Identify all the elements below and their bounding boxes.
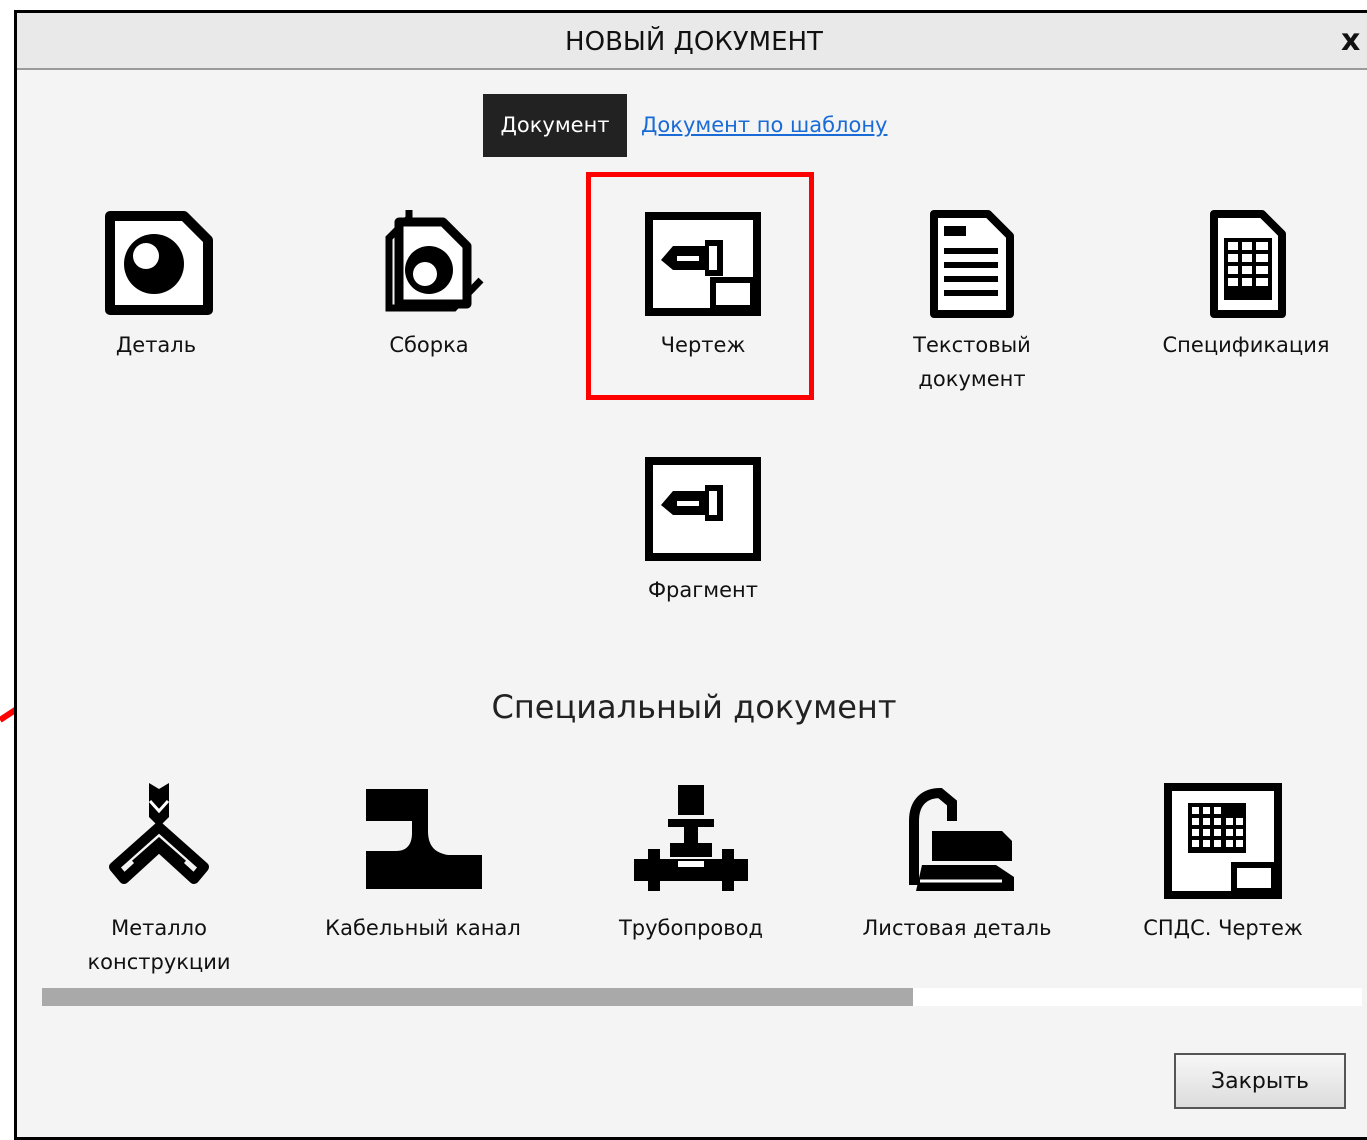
drawing-icon (645, 212, 761, 316)
specification-icon (1210, 210, 1286, 318)
cable-channel-icon (366, 789, 482, 889)
text-document-icon (930, 210, 1014, 318)
sheet-part-icon (909, 787, 1014, 891)
doc-tile-assembly[interactable]: Сборка (329, 208, 529, 362)
tab-document-from-template[interactable]: Документ по шаблону (641, 94, 887, 157)
dialog-title: НОВЫЙ ДОКУМЕНТ (565, 27, 823, 57)
assembly-icon (385, 210, 484, 312)
special-label-cable-channel: Кабельный канал (325, 916, 521, 940)
spds-drawing-icon (1164, 783, 1282, 899)
doc-label-specification: Спецификация (1162, 333, 1330, 357)
special-label-metal-structures: Металло конструкции (87, 916, 231, 974)
special-label-sheet-part: Листовая деталь (862, 916, 1052, 940)
special-label-pipeline: Трубопровод (618, 916, 764, 940)
doc-tile-fragment[interactable]: Фрагмент (603, 453, 803, 607)
doc-label-assembly: Сборка (389, 333, 469, 357)
doc-label-fragment: Фрагмент (647, 578, 759, 602)
doc-label-text-document: Текстовый документ (913, 333, 1031, 391)
special-documents-heading: Специальный документ (491, 688, 897, 726)
part-icon (105, 211, 213, 315)
special-tile-metal-structures[interactable]: Металло конструкции (59, 781, 259, 979)
special-tile-sheet-part[interactable]: Листовая деталь (857, 781, 1057, 945)
pipeline-icon (634, 785, 748, 891)
doc-tile-text-document[interactable]: Текстовый документ (872, 208, 1072, 396)
fragment-icon (645, 457, 761, 561)
close-button[interactable]: Закрыть (1174, 1053, 1346, 1109)
new-document-dialog: НОВЫЙ ДОКУМЕНТ x Документ Документ по ша… (14, 10, 1367, 1140)
special-tile-pipeline[interactable]: Трубопровод (591, 781, 791, 945)
doc-tile-drawing[interactable]: Чертеж (603, 208, 803, 362)
doc-tile-part[interactable]: Деталь (56, 208, 256, 362)
metal-structures-icon (109, 783, 209, 884)
doc-tile-specification[interactable]: Спецификация (1146, 208, 1346, 362)
doc-label-drawing: Чертеж (660, 333, 746, 357)
doc-label-part: Деталь (115, 333, 197, 357)
title-bar: НОВЫЙ ДОКУМЕНТ x (17, 13, 1367, 70)
tab-document[interactable]: Документ (483, 94, 627, 157)
special-tile-spds-drawing[interactable]: СПДС. Чертеж (1123, 781, 1323, 945)
close-icon[interactable]: x (1341, 21, 1367, 61)
horizontal-scrollbar[interactable] (42, 988, 1362, 1006)
special-tile-cable-channel[interactable]: Кабельный канал (323, 781, 523, 945)
scrollbar-thumb[interactable] (42, 988, 914, 1006)
special-label-spds-drawing: СПДС. Чертеж (1143, 916, 1303, 940)
